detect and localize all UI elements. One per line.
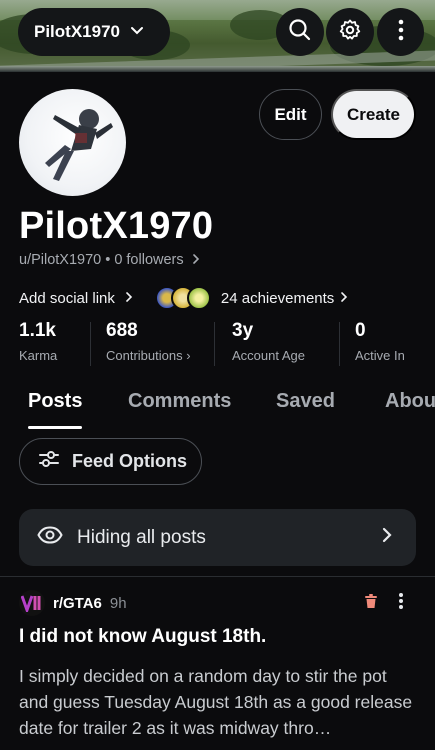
profile-tabs: Posts Comments Saved About [0,390,435,430]
delete-post-button[interactable] [363,593,379,614]
divider [0,576,435,577]
filter-sliders-icon [38,449,60,474]
hiding-label: Hiding all posts [77,526,206,548]
display-name: PilotX1970 [19,205,214,247]
account-switcher[interactable]: PilotX1970 [18,8,170,56]
add-social-link[interactable]: Add social link [19,290,133,307]
post-age: 9h [109,594,127,612]
social-link-label: Add social link [19,289,115,307]
stat-value: 0 [355,320,366,341]
post-header: r/GTA6 9h [19,590,127,616]
stat-value: 688 [106,320,138,341]
chevron-down-icon [130,23,144,41]
chevron-right-icon [125,290,133,307]
achievement-badge [186,286,211,310]
stat-account-age: 3y Account Age [232,320,305,363]
stat-active-in[interactable]: 0 Active In [355,320,405,363]
tab-comments[interactable]: Comments [128,390,231,413]
skydiver-avatar-image [45,109,113,181]
feed-options-label: Feed Options [72,451,188,471]
feed-options-button[interactable]: Feed Options [19,438,202,485]
settings-button[interactable] [326,8,374,56]
search-button[interactable] [276,8,324,56]
profile-stats: 1.1k Karma 688 Contributions › 3y Accoun… [0,320,435,370]
edit-profile-button[interactable]: Edit [259,89,322,140]
trash-icon [363,594,379,613]
stat-label: Account Age [232,348,305,363]
post-title[interactable]: I did not know August 18th. [19,626,266,648]
active-tab-indicator [28,426,82,429]
stat-contributions[interactable]: 688 Contributions › [106,320,191,363]
chevron-right-icon [192,252,200,268]
eye-icon [37,525,63,550]
user-handle: u/PilotX1970 [19,252,102,268]
stat-label: Contributions › [106,348,191,363]
username: PilotX1970 [34,22,120,41]
chevron-right-icon [382,527,392,549]
kebab-icon [398,19,404,46]
search-icon [288,18,312,47]
tab-saved[interactable]: Saved [276,390,335,413]
more-options-button[interactable] [377,8,424,56]
post-options-button[interactable] [398,592,404,615]
tab-about[interactable]: About [385,390,435,413]
followers-count: 0 followers [114,252,184,268]
tab-posts[interactable]: Posts [28,390,82,413]
stat-label: Active In [355,348,405,363]
stat-value: 3y [232,320,254,341]
hiding-posts-row[interactable]: Hiding all posts [19,509,416,566]
profile-subline[interactable]: u/PilotX1970 • 0 followers [19,252,200,268]
stat-karma: 1.1k Karma [19,320,57,363]
stat-label: Karma [19,348,58,363]
subreddit-name[interactable]: r/GTA6 [53,595,102,612]
gear-icon [338,18,362,47]
chevron-right-icon [340,290,348,307]
kebab-icon [398,593,404,614]
achievements-link[interactable]: 24 achievements [221,290,348,307]
subreddit-icon[interactable] [19,590,45,616]
achievements-label: 24 achievements [220,289,335,307]
stat-value: 1.1k [19,320,56,341]
achievement-badges[interactable] [154,286,211,310]
avatar[interactable] [19,89,126,196]
post-body[interactable]: I simply decided on a random day to stir… [19,663,419,741]
create-button[interactable]: Create [331,89,416,140]
